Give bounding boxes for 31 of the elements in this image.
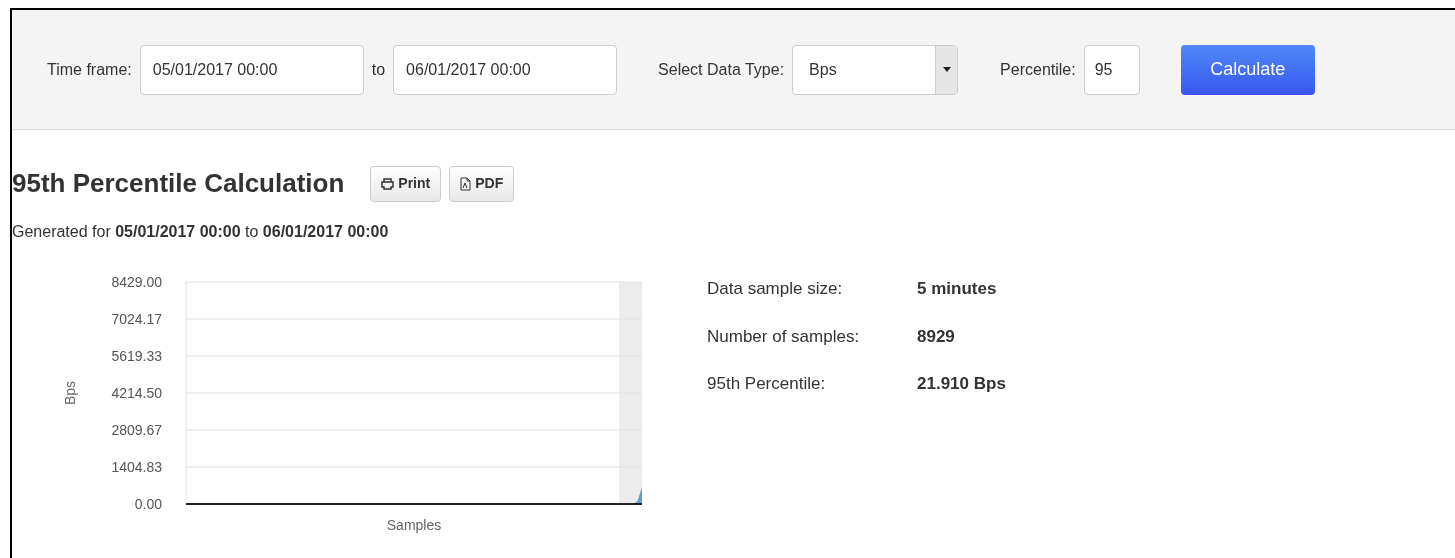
y-tick-label: 8429.00 [111, 274, 162, 290]
y-axis-title: Bps [62, 380, 78, 406]
date-field[interactable]: 05/01/2017 00:00 [139, 44, 364, 95]
export-button[interactable]: Print [370, 165, 442, 202]
report-title: 95th Percentile Calculation [12, 167, 345, 200]
y-tick-label: 4214.50 [111, 385, 162, 401]
stat-value: 5 minutes [917, 278, 997, 300]
export-button[interactable]: PDF [449, 165, 515, 202]
generated-text: Generated for 05/01/2017 00:00 to 06/01/2017 00:00 [12, 222, 390, 242]
date-field[interactable]: 06/01/2017 00:00 [393, 44, 618, 95]
caret-icon [942, 67, 951, 72]
stat-label: Data sample size: [707, 278, 844, 300]
x-axis-title: Samples [386, 517, 442, 533]
y-tick-label: 1404.83 [111, 459, 162, 475]
field-label: Percentile: [1000, 59, 1076, 80]
stat-label: 95th Percentile: [707, 373, 827, 395]
stat-value: 21.910 Bps [917, 373, 1006, 395]
field-label: Time frame: [47, 59, 132, 80]
calculate-button[interactable]: Calculate [1180, 44, 1315, 95]
y-tick-label: 7024.17 [111, 311, 162, 327]
field-label: Select Data Type: [658, 59, 785, 80]
percentile-field[interactable]: 95 [1083, 44, 1140, 95]
stat-label: Number of samples: [707, 325, 861, 348]
printer-icon [381, 177, 395, 190]
y-tick-label: 2809.67 [111, 422, 162, 438]
y-tick-label: 0.00 [134, 496, 162, 512]
select-field[interactable]: Bps [792, 44, 959, 95]
pdf-file-icon [460, 176, 472, 191]
y-tick-label: 5619.33 [111, 348, 162, 364]
stat-value: 8929 [917, 325, 955, 348]
field-label: to [371, 59, 386, 80]
